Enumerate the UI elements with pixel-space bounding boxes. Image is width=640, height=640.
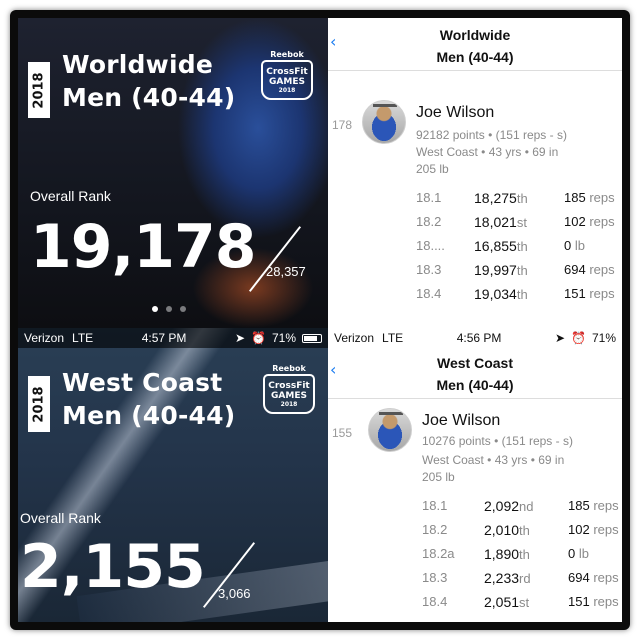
- leaderboard-header: Worldwide Men (40-44): [328, 24, 622, 71]
- athlete-details: West Coast • 43 yrs • 69 in 205 lb: [416, 145, 559, 176]
- battery-percent: 71%: [271, 331, 296, 345]
- event-results: 18.1 2,092nd 185 reps 18.2 2,010th 102 r…: [328, 498, 622, 618]
- page-indicator[interactable]: [152, 306, 186, 312]
- division-subtitle: Men (40-44): [62, 83, 236, 112]
- crossfit-games-logo: Reebok CrossFit GAMES 2018: [262, 364, 316, 416]
- page-dot[interactable]: [166, 306, 172, 312]
- alarm-icon: ⏰: [251, 331, 266, 345]
- battery-percent: 71%: [591, 331, 616, 345]
- west-coast-rank-card: Verizon LTE 4:57 PM ➤ ⏰ 71% 2018 West Co…: [18, 328, 328, 622]
- total-athletes: 28,357: [266, 264, 306, 279]
- athlete-details: West Coast • 43 yrs • 69 in 205 lb: [422, 453, 565, 484]
- overall-rank-label: Overall Rank: [30, 188, 111, 204]
- status-bar: Verizon LTE 4:57 PM ➤ ⏰ 71%: [18, 328, 328, 348]
- leaderboard-division: Men (40-44): [436, 377, 514, 393]
- event-row[interactable]: 18.1 18,275th 185 reps: [328, 190, 622, 214]
- event-row[interactable]: 18.1 2,092nd 185 reps: [328, 498, 622, 522]
- scope-title: Worldwide: [62, 50, 213, 79]
- event-row[interactable]: 18.2 18,021st 102 reps: [328, 214, 622, 238]
- event-row[interactable]: 18.3 19,997th 694 reps: [328, 262, 622, 286]
- athlete-points: 92182 points • (151 reps - s): [416, 128, 567, 142]
- alarm-icon: ⏰: [571, 331, 586, 345]
- athlete-name[interactable]: Joe Wilson: [422, 412, 500, 430]
- status-bar: Verizon LTE 4:56 PM ➤ ⏰ 71%: [328, 328, 622, 348]
- crossfit-games-logo: Reebok CrossFit GAMES 2018: [260, 50, 314, 102]
- year-tab: 2018: [28, 376, 50, 432]
- athlete-rank: 178: [332, 118, 353, 132]
- division-subtitle: Men (40-44): [62, 401, 236, 430]
- athlete-name[interactable]: Joe Wilson: [416, 104, 494, 122]
- athlete-rank: 155: [332, 426, 353, 440]
- clock: 4:56 PM: [456, 331, 502, 345]
- event-row[interactable]: 18.4 19,034th 151 reps: [328, 286, 622, 310]
- worldwide-rank-card: 2018 Worldwide Men (40-44) Reebok CrossF…: [18, 18, 328, 328]
- event-row[interactable]: 18.3 2,233rd 694 reps: [328, 570, 622, 594]
- event-row[interactable]: 18.2 2,010th 102 reps: [328, 522, 622, 546]
- overall-rank-label: Overall Rank: [20, 510, 101, 526]
- carrier-label: Verizon: [24, 331, 65, 345]
- event-row[interactable]: 18.2a 1,890th 0 lb: [328, 546, 622, 570]
- overall-rank-value: 19,178: [30, 212, 257, 282]
- location-arrow-icon: ➤: [554, 331, 566, 345]
- division-title: Worldwide Men (40-44): [62, 48, 235, 114]
- event-row[interactable]: 18.... 16,855th 0 lb: [328, 238, 622, 262]
- worldwide-leaderboard-card: ‹ Worldwide Men (40-44) 178 Joe Wilson 9…: [328, 18, 622, 328]
- page-dot[interactable]: [152, 306, 158, 312]
- page-dot[interactable]: [180, 306, 186, 312]
- total-athletes: 3,066: [218, 586, 251, 601]
- west-coast-leaderboard-card: Verizon LTE 4:56 PM ➤ ⏰ 71% ‹ West Coast…: [328, 328, 622, 622]
- avatar: [362, 100, 406, 144]
- leaderboard-scope: West Coast: [437, 355, 513, 371]
- battery-icon: [302, 333, 322, 343]
- leaderboard-division: Men (40-44): [436, 49, 514, 65]
- network-label: LTE: [382, 331, 404, 345]
- leaderboard-header: West Coast Men (40-44): [328, 352, 622, 399]
- leaderboard-scope: Worldwide: [439, 27, 511, 43]
- carrier-label: Verizon: [334, 331, 375, 345]
- athlete-points: 10276 points • (151 reps - s): [422, 434, 573, 448]
- event-results: 18.1 18,275th 185 reps 18.2 18,021st 102…: [328, 190, 622, 310]
- collage-frame: 2018 Worldwide Men (40-44) Reebok CrossF…: [10, 10, 630, 630]
- division-title: West Coast Men (40-44): [62, 366, 235, 432]
- location-arrow-icon: ➤: [234, 331, 246, 345]
- overall-rank-value: 2,155: [20, 532, 206, 602]
- scope-title: West Coast: [62, 368, 223, 397]
- network-label: LTE: [72, 331, 94, 345]
- year-tab: 2018: [28, 62, 50, 118]
- clock: 4:57 PM: [141, 331, 187, 345]
- avatar: [368, 408, 412, 452]
- event-row[interactable]: 18.4 2,051st 151 reps: [328, 594, 622, 618]
